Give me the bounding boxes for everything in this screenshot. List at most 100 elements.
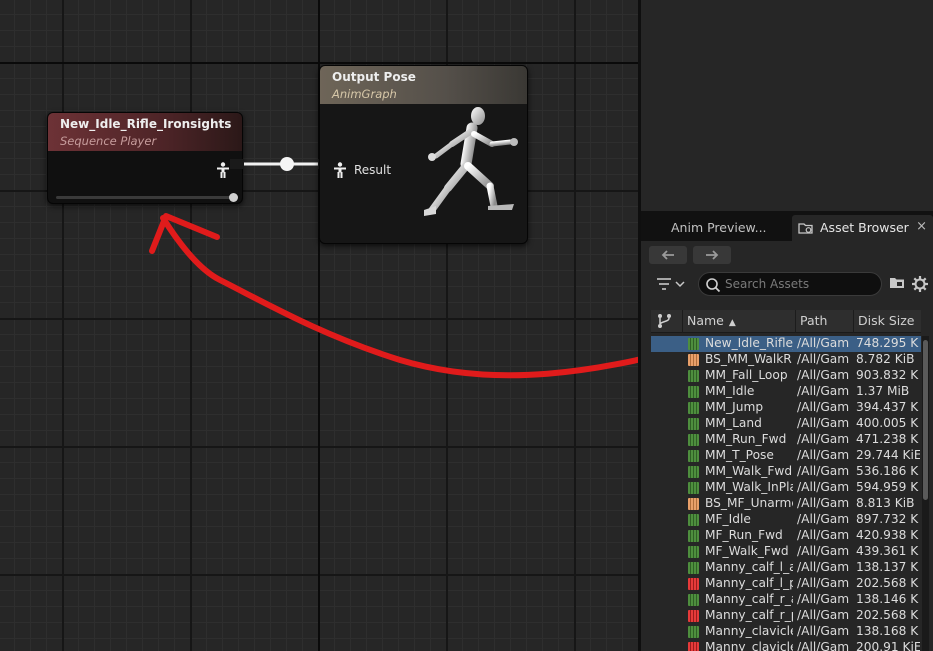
asset-path: /All/Gam (797, 608, 850, 622)
asset-path: /All/Gam (797, 352, 850, 366)
search-icon (706, 278, 721, 293)
animation-sequence-asset-icon (688, 370, 699, 382)
preview-viewport-area[interactable] (641, 0, 933, 211)
asset-name: MM_Walk_Fwd (705, 464, 793, 478)
column-header-disk-size[interactable]: Disk Size (853, 310, 921, 333)
table-row[interactable]: MM_Idle/All/Gam 1.37 MiB (651, 384, 921, 400)
asset-disk-size: 903.832 K (856, 368, 919, 382)
chevron-down-icon (675, 281, 685, 288)
result-input-pin-icon[interactable] (333, 162, 347, 178)
table-row[interactable]: BS_MM_WalkR/All/Gam 8.782 KiB (651, 352, 921, 368)
pose-asset-icon (688, 610, 699, 622)
table-row[interactable]: New_Idle_Rifle_ /All/Gam 748.295 K (651, 336, 921, 352)
asset-path: /All/Gam (797, 496, 850, 510)
output-pose-node-subtitle: AnimGraph (332, 87, 397, 101)
tab-anim-preview[interactable]: Anim Preview... (641, 215, 787, 241)
asset-name: MM_Jump (705, 400, 764, 414)
table-row[interactable]: MM_Run_Fwd/All/Gam 471.238 K (651, 432, 921, 448)
asset-disk-size: 138.168 K (856, 624, 919, 638)
search-assets-input[interactable] (725, 276, 875, 292)
asset-name: MM_Idle (705, 384, 755, 398)
table-row[interactable]: Manny_calf_r_a/All/Gam 138.146 K (651, 592, 921, 608)
pose-asset-icon (688, 578, 699, 590)
asset-name: BS_MM_WalkR (705, 352, 792, 366)
asset-path: /All/Gam (797, 624, 850, 638)
asset-disk-size: 420.938 K (856, 528, 919, 542)
history-forward-button[interactable] (693, 246, 731, 264)
table-row[interactable]: MM_Walk_InPla/All/Gam 594.959 K (651, 480, 921, 496)
animation-sequence-asset-icon (688, 466, 699, 478)
graph-origin-horizontal-line (0, 62, 638, 64)
asset-path: /All/Gam (797, 592, 850, 606)
asset-list-scrollbar[interactable] (922, 336, 929, 651)
column-header-path[interactable]: Path (795, 310, 853, 333)
gear-icon[interactable] (911, 275, 929, 293)
table-row[interactable]: Manny_calf_l_a/All/Gam 138.137 K (651, 560, 921, 576)
asset-disk-size: 1.37 MiB (856, 384, 910, 398)
asset-disk-size: 536.186 K (856, 464, 919, 478)
asset-disk-size: 29.744 KiE (856, 448, 920, 462)
table-row[interactable]: MF_Walk_Fwd/All/Gam 439.361 K (651, 544, 921, 560)
asset-name: MM_Walk_InPla (705, 480, 793, 494)
asset-disk-size: 202.568 K (856, 576, 919, 590)
asset-path: /All/Gam (797, 560, 850, 574)
asset-name: Manny_calf_r_p (705, 608, 793, 622)
asset-name: BS_MF_Unarme (705, 496, 793, 510)
anim-graph-canvas[interactable]: New_Idle_Rifle_Ironsights Sequence Playe… (0, 0, 638, 651)
running-mannequin-icon (424, 107, 518, 216)
asset-disk-size: 897.732 K (856, 512, 919, 526)
play-rate-slider-track[interactable] (56, 196, 236, 199)
asset-disk-size: 8.782 KiB (856, 352, 915, 366)
tab-anim-preview-label: Anim Preview... (671, 220, 767, 235)
pose-asset-icon (688, 642, 699, 651)
table-row[interactable]: Manny_clavicle/All/Gam 138.168 K (651, 624, 921, 640)
history-back-button[interactable] (649, 246, 687, 264)
column-header-name[interactable]: Name ▲ (682, 310, 795, 333)
asset-disk-size: 8.813 KiB (856, 496, 915, 510)
table-row[interactable]: MM_Land/All/Gam 400.005 K (651, 416, 921, 432)
table-row[interactable]: Manny_clavicle/All/Gam 200.91 KiE (651, 640, 921, 651)
asset-name: MF_Walk_Fwd (705, 544, 789, 558)
asset-path: /All/Gam (797, 528, 850, 542)
table-row[interactable]: MM_Fall_Loop/All/Gam 903.832 K (651, 368, 921, 384)
table-row[interactable]: MM_Jump/All/Gam 394.437 K (651, 400, 921, 416)
table-row[interactable]: MM_T_Pose/All/Gam 29.744 KiE (651, 448, 921, 464)
table-row[interactable]: BS_MF_Unarme/All/Gam 8.813 KiB (651, 496, 921, 512)
close-tab-icon[interactable]: × (916, 219, 927, 234)
play-rate-slider-thumb[interactable] (229, 193, 238, 202)
branch-icon (658, 314, 671, 328)
filter-dropdown-button[interactable] (655, 274, 691, 294)
output-pose-node-title: Output Pose (332, 70, 416, 84)
output-pose-node[interactable]: Output Pose AnimGraph Result (319, 65, 528, 244)
sequence-player-node[interactable]: New_Idle_Rifle_Ironsights Sequence Playe… (47, 112, 243, 204)
asset-path: /All/Gam (797, 416, 850, 430)
table-row[interactable]: MF_Idle/All/Gam 897.732 K (651, 512, 921, 528)
tab-asset-browser-label: Asset Browser (820, 220, 909, 235)
animation-sequence-asset-icon (688, 434, 699, 446)
asset-path: /All/Gam (797, 480, 850, 494)
animation-sequence-asset-icon (688, 402, 699, 414)
table-row[interactable]: Manny_calf_r_p/All/Gam 202.568 K (651, 608, 921, 624)
pose-output-pin-icon[interactable] (216, 162, 230, 178)
column-header-type[interactable] (651, 310, 682, 333)
sequence-player-node-header[interactable]: New_Idle_Rifle_Ironsights Sequence Playe… (48, 113, 242, 151)
asset-path: /All/Gam (797, 400, 850, 414)
pose-connection-wire[interactable] (230, 155, 330, 175)
table-row[interactable]: MM_Walk_Fwd/All/Gam 536.186 K (651, 464, 921, 480)
table-row[interactable]: Manny_calf_l_p/All/Gam 202.568 K (651, 576, 921, 592)
folder-options-icon[interactable] (889, 276, 905, 290)
table-row[interactable]: MF_Run_Fwd/All/Gam 420.938 K (651, 528, 921, 544)
column-header-name-label: Name (687, 313, 724, 328)
asset-path: /All/Gam (797, 432, 850, 446)
asset-disk-size: 138.146 K (856, 592, 919, 606)
output-pose-node-header[interactable]: Output Pose AnimGraph (320, 66, 527, 104)
asset-browser-panel: Name ▲ Path Disk Size New_Idle_Rifle_ /All… (641, 241, 933, 651)
asset-disk-size: 138.137 K (856, 560, 919, 574)
asset-disk-size: 394.437 K (856, 400, 919, 414)
asset-disk-size: 400.005 K (856, 416, 919, 430)
tab-asset-browser[interactable]: Asset Browser × (792, 215, 933, 241)
asset-name: Manny_calf_r_a (705, 592, 793, 606)
search-box[interactable] (698, 272, 882, 296)
scrollbar-thumb[interactable] (923, 340, 928, 500)
panel-tab-bar: Anim Preview... Asset Browser × (641, 211, 933, 241)
